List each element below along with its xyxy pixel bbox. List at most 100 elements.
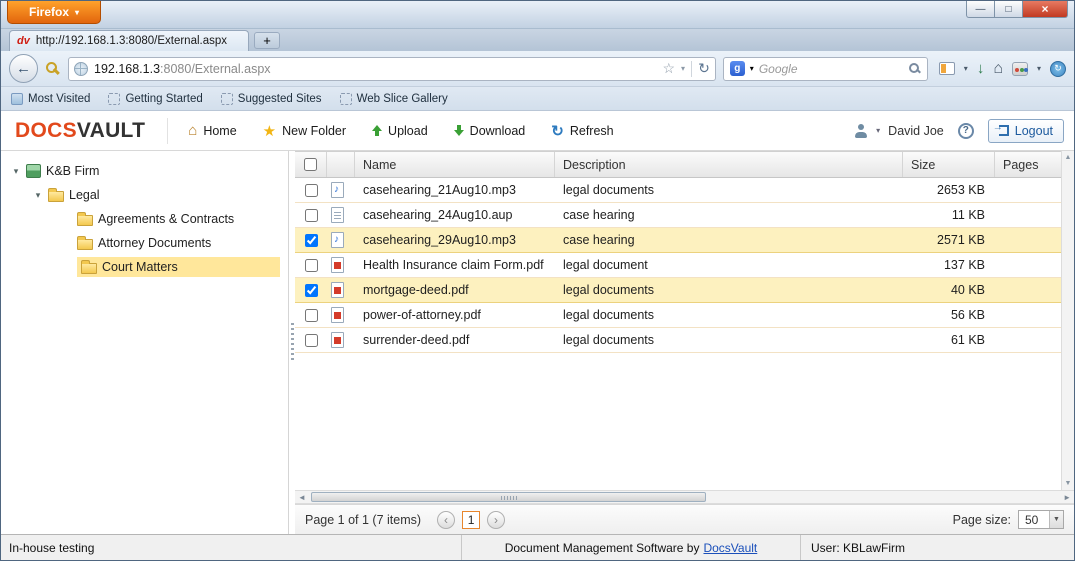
file-name[interactable]: casehearing_24Aug10.aup (355, 208, 555, 222)
bookmark-suggested-sites[interactable]: Suggested Sites (221, 93, 322, 105)
row-checkbox[interactable] (305, 259, 318, 272)
next-page-button[interactable]: › (487, 511, 505, 529)
grid-row[interactable]: surrender-deed.pdf legal documents 61 KB (295, 328, 1061, 353)
bookmark-label: Suggested Sites (238, 93, 322, 105)
addons-icon[interactable] (1012, 62, 1028, 76)
scroll-down-icon[interactable]: ▼ (1065, 480, 1072, 487)
browser-home-icon[interactable]: ⌂ (993, 60, 1003, 78)
horizontal-scrollbar[interactable]: ◄ ► (295, 490, 1074, 504)
new-folder-button[interactable]: ★ New Folder (263, 122, 346, 140)
user-dropdown-icon[interactable]: ▾ (876, 126, 880, 135)
file-name[interactable]: casehearing_21Aug10.mp3 (355, 183, 555, 197)
upload-label: Upload (388, 124, 428, 138)
scroll-left-icon[interactable]: ◄ (298, 493, 306, 502)
docsvault-link[interactable]: DocsVault (703, 541, 757, 555)
page-size-area: Page size: 50 ▼ (953, 510, 1064, 529)
sync-icon[interactable]: ↻ (1050, 61, 1066, 77)
row-checkbox[interactable] (305, 284, 318, 297)
name-column-header[interactable]: Name (355, 152, 555, 177)
download-button[interactable]: Download (454, 124, 526, 138)
grid-row[interactable]: power-of-attorney.pdf legal documents 56… (295, 303, 1061, 328)
minimize-button[interactable]: — (966, 1, 995, 18)
firefox-menu-button[interactable]: Firefox ▾ (7, 1, 101, 24)
pages-column-header[interactable]: Pages (995, 152, 1061, 177)
panel-dropdown-icon[interactable]: ▾ (964, 64, 968, 73)
file-size: 40 KB (903, 283, 995, 297)
row-checkbox[interactable] (305, 309, 318, 322)
bookmark-icon (221, 93, 233, 105)
bookmark-getting-started[interactable]: Getting Started (108, 93, 202, 105)
grid-row[interactable]: casehearing_29Aug10.mp3 case hearing 257… (295, 228, 1061, 253)
search-box[interactable]: g ▾ Google (723, 57, 928, 81)
upload-button[interactable]: Upload (372, 124, 428, 138)
page-size-select[interactable]: 50 ▼ (1018, 510, 1064, 529)
refresh-button[interactable]: ↻ Refresh (551, 122, 613, 140)
size-column-header[interactable]: Size (903, 152, 995, 177)
grid-row[interactable]: casehearing_21Aug10.mp3 legal documents … (295, 178, 1061, 203)
grid-row[interactable]: Health Insurance claim Form.pdf legal do… (295, 253, 1061, 278)
bookmarks-panel-icon[interactable] (939, 62, 955, 75)
logo-vault: VAULT (77, 119, 145, 142)
expander-icon[interactable]: ▾ (33, 190, 43, 201)
navigation-toolbar: ← 192.168.1.3:8080/External.aspx ☆ ▾ ↻ g… (1, 51, 1074, 87)
file-description: legal documents (555, 308, 903, 322)
vertical-scrollbar[interactable]: ▲ ▼ (1061, 151, 1074, 490)
scroll-up-icon[interactable]: ▲ (1065, 154, 1072, 161)
tree-item-legal[interactable]: ▾ Legal (1, 183, 288, 207)
bookmark-most-visited[interactable]: Most Visited (11, 93, 90, 105)
row-checkbox[interactable] (305, 334, 318, 347)
bookmark-web-slice-gallery[interactable]: Web Slice Gallery (340, 93, 448, 105)
maximize-button[interactable]: □ (995, 1, 1023, 18)
expander-icon[interactable]: ▾ (11, 166, 21, 177)
google-engine-icon[interactable]: g (730, 61, 745, 76)
help-icon[interactable]: ? (958, 123, 974, 139)
divider (167, 118, 168, 144)
search-input[interactable]: Google (759, 62, 903, 76)
docsvault-logo[interactable]: DOCSVAULT (15, 119, 145, 143)
file-name[interactable]: mortgage-deed.pdf (355, 283, 555, 297)
tree-item-attorney-documents[interactable]: Attorney Documents (1, 231, 288, 255)
reload-icon[interactable]: ↻ (698, 60, 710, 77)
scrollbar-thumb[interactable] (311, 492, 706, 502)
tree-item-court-matters[interactable]: Court Matters (1, 255, 288, 279)
file-name[interactable]: casehearing_29Aug10.mp3 (355, 233, 555, 247)
file-name[interactable]: surrender-deed.pdf (355, 333, 555, 347)
new-tab-button[interactable]: + (254, 32, 280, 49)
key-icon[interactable] (45, 61, 61, 77)
grid-row[interactable]: mortgage-deed.pdf legal documents 40 KB (295, 278, 1061, 303)
grid-header-row: Name Description Size Pages (295, 151, 1061, 178)
select-all-checkbox[interactable] (304, 158, 317, 171)
file-name[interactable]: power-of-attorney.pdf (355, 308, 555, 322)
page-content: DOCSVAULT ⌂ Home ★ New Folder Upload Dow… (1, 111, 1074, 560)
row-checkbox[interactable] (305, 234, 318, 247)
scroll-right-icon[interactable]: ► (1063, 493, 1071, 502)
url-bar[interactable]: 192.168.1.3:8080/External.aspx ☆ ▾ ↻ (68, 57, 716, 81)
back-button[interactable]: ← (9, 54, 38, 83)
page-size-value: 50 (1019, 513, 1049, 527)
logout-button[interactable]: → Logout (988, 119, 1064, 143)
tree-item-agreements-contracts[interactable]: Agreements & Contracts (1, 207, 288, 231)
browser-tab[interactable]: dv http://192.168.1.3:8080/External.aspx (9, 30, 249, 51)
icon-column-header[interactable] (327, 152, 355, 177)
grid-row[interactable]: casehearing_24Aug10.aup case hearing 11 … (295, 203, 1061, 228)
select-caret-icon[interactable]: ▼ (1049, 511, 1063, 528)
row-checkbox[interactable] (305, 184, 318, 197)
file-size: 2653 KB (903, 183, 995, 197)
previous-page-button[interactable]: ‹ (437, 511, 455, 529)
tree-item-kb-firm[interactable]: ▾ K&B Firm (1, 159, 288, 183)
row-checkbox[interactable] (305, 209, 318, 222)
addons-dropdown-icon[interactable]: ▾ (1037, 64, 1041, 73)
home-button[interactable]: ⌂ Home (188, 122, 236, 139)
close-button[interactable]: × (1023, 1, 1068, 18)
file-name[interactable]: Health Insurance claim Form.pdf (355, 258, 555, 272)
url-text[interactable]: 192.168.1.3:8080/External.aspx (94, 62, 656, 76)
downloads-icon[interactable]: ↓ (977, 60, 985, 77)
description-column-header[interactable]: Description (555, 152, 903, 177)
user-icon[interactable] (854, 124, 868, 138)
file-size: 61 KB (903, 333, 995, 347)
engine-dropdown-icon[interactable]: ▾ (750, 64, 754, 73)
search-icon[interactable] (908, 62, 921, 75)
url-dropdown-icon[interactable]: ▾ (681, 64, 685, 73)
bookmark-star-icon[interactable]: ☆ (662, 60, 675, 77)
current-page-button[interactable]: 1 (462, 511, 480, 529)
